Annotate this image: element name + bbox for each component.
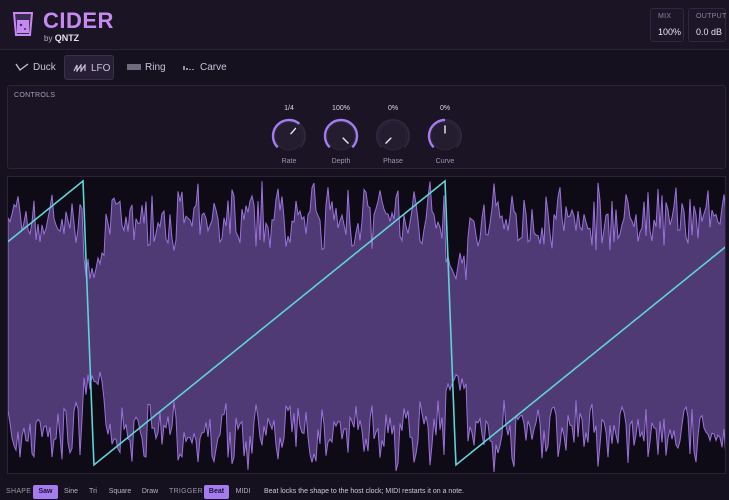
depth-value: 100% <box>332 105 350 112</box>
shape-draw-button[interactable]: Draw <box>138 485 162 499</box>
curve-knob[interactable]: 0% Curve <box>425 104 465 168</box>
byline-prefix: by <box>44 34 53 43</box>
tab-lfo-label: LFO <box>91 63 111 74</box>
depth-knob[interactable]: 100% Depth <box>321 104 361 168</box>
curve-label: Curve <box>435 158 455 165</box>
rate-label: Rate <box>281 158 297 165</box>
mix-label: MIX <box>658 13 672 20</box>
shape-square-button[interactable]: Square <box>105 485 135 499</box>
tab-duck[interactable]: Duck <box>7 55 60 80</box>
lfo-visualizer[interactable] <box>7 176 726 474</box>
duck-curve-icon <box>15 63 29 71</box>
tab-ring[interactable]: Ring <box>119 55 167 80</box>
app-title: CIDER <box>43 8 114 33</box>
phase-value: 0% <box>387 105 399 112</box>
footer-bar: SHAPE Saw Sine Tri Square Draw TRIGGER B… <box>0 484 729 500</box>
knob-body <box>326 121 356 151</box>
tab-duck-label: Duck <box>33 62 56 73</box>
byline-brand: QNTZ <box>54 33 80 43</box>
mix-value: 100% <box>658 27 682 37</box>
depth-label: Depth <box>331 158 351 165</box>
depth-knob-dial[interactable] <box>322 117 360 155</box>
tab-lfo[interactable]: LFO <box>64 55 114 80</box>
shape-saw-button[interactable]: Saw <box>33 485 58 499</box>
knob-body <box>378 121 408 151</box>
cider-cup-icon <box>12 12 34 36</box>
trigger-label: TRIGGER <box>169 488 203 495</box>
trigger-hint-text: Beat locks the shape to the host clock; … <box>264 488 464 495</box>
phase-knob[interactable]: 0% Phase <box>373 104 413 168</box>
output-control[interactable]: OUTPUT 0.0 dB <box>688 8 726 42</box>
trigger-midi-button[interactable]: MIDI <box>232 485 254 499</box>
tab-carve[interactable]: Carve <box>175 55 230 80</box>
brand-byline: by QNTZ <box>44 33 79 43</box>
rate-value: 1/4 <box>284 105 294 112</box>
curve-value: 0% <box>439 105 451 112</box>
knob-body <box>274 121 304 151</box>
controls-panel: CONTROLS 1/4 Rate 100% Depth 0% Phase 0%… <box>7 85 726 169</box>
phase-knob-dial[interactable] <box>374 117 412 155</box>
ring-wave-icon <box>127 64 141 70</box>
mix-control[interactable]: MIX 100% <box>650 8 684 42</box>
mode-tabs: Duck LFO Ring Carve <box>0 55 729 81</box>
output-label: OUTPUT <box>696 13 727 20</box>
shape-label: SHAPE <box>6 488 32 495</box>
waveform-display <box>8 179 725 473</box>
tab-carve-label: Carve <box>200 62 227 73</box>
shape-sine-button[interactable]: Sine <box>60 485 82 499</box>
curve-knob-dial[interactable] <box>426 117 464 155</box>
rate-knob-dial[interactable] <box>270 117 308 155</box>
lfo-wave-icon <box>73 64 86 72</box>
phase-label: Phase <box>383 158 403 165</box>
controls-heading: CONTROLS <box>14 92 56 99</box>
output-value: 0.0 dB <box>696 27 723 37</box>
shape-tri-button[interactable]: Tri <box>84 485 102 499</box>
audio-waveform-fill <box>8 181 725 473</box>
rate-knob[interactable]: 1/4 Rate <box>269 104 309 168</box>
tab-ring-label: Ring <box>145 62 166 73</box>
carve-bars-icon <box>183 66 194 70</box>
trigger-beat-button[interactable]: Beat <box>204 485 229 499</box>
header-bar: CIDER by QNTZ MIX 100% OUTPUT 0.0 dB <box>0 0 729 50</box>
